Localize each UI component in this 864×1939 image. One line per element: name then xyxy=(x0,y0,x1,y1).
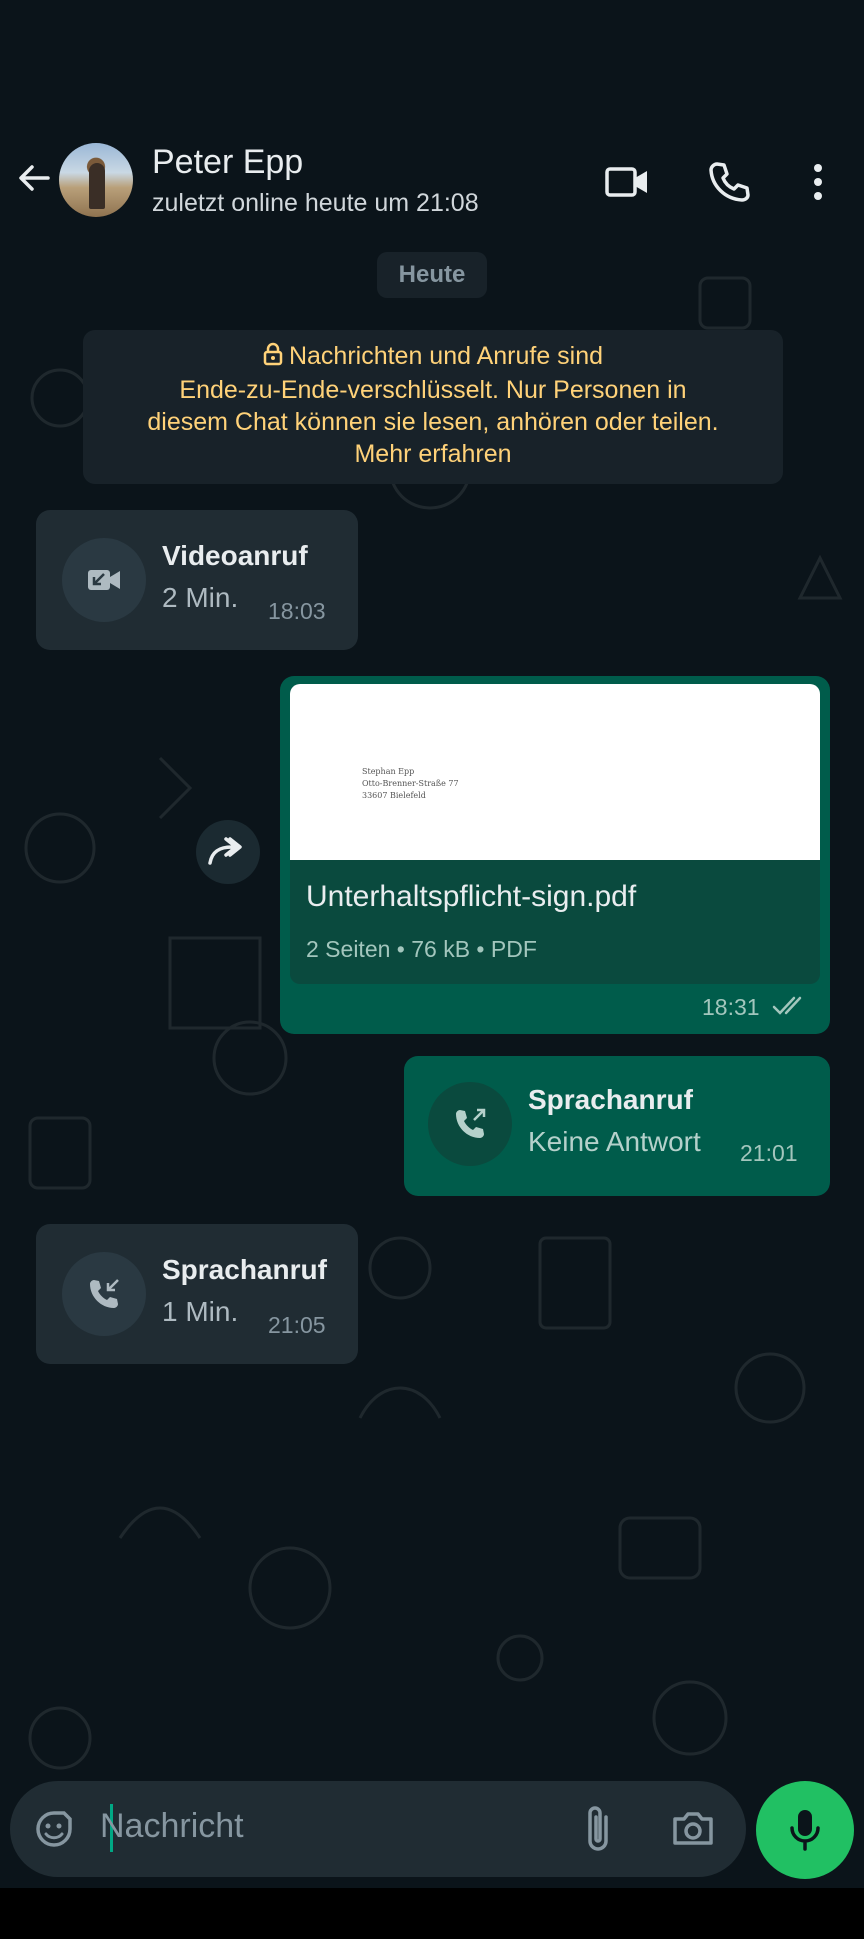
call-title: Videoanruf xyxy=(162,540,308,571)
forward-button[interactable] xyxy=(196,820,260,884)
double-check-icon xyxy=(772,994,808,1023)
call-duration: 2 Min. xyxy=(162,582,239,613)
more-options-icon[interactable] xyxy=(794,158,842,206)
document-card[interactable]: Stephan Epp Otto-Brenner-Straße 77 33607… xyxy=(290,684,820,984)
message-input[interactable]: Nachricht xyxy=(10,1781,746,1877)
status-bar xyxy=(0,0,864,130)
date-chip: Heute xyxy=(377,252,487,298)
message-placeholder: Nachricht xyxy=(100,1807,244,1845)
encryption-notice[interactable]: Nachrichten und Anrufe sind Ende-zu-Ende… xyxy=(83,330,783,484)
message-time: 21:01 xyxy=(740,1140,798,1166)
e2e-line-1: Nachrichten und Anrufe sind xyxy=(288,342,604,370)
document-meta: 2 Seiten • 76 kB • PDF xyxy=(306,936,537,962)
missed-video-call-icon xyxy=(62,538,146,622)
chat-area[interactable]: Heute Nachrichten und Anrufe sind Ende-z… xyxy=(0,238,864,1778)
call-title: Sprachanruf xyxy=(162,1254,327,1285)
video-call-icon[interactable] xyxy=(604,158,652,206)
document-preview-text: Stephan Epp Otto-Brenner-Straße 77 33607… xyxy=(362,767,459,800)
message-time: 18:03 xyxy=(268,598,326,624)
document-filename: Unterhaltspflicht-sign.pdf xyxy=(306,880,637,913)
voice-message-button[interactable] xyxy=(756,1781,854,1879)
call-title: Sprachanruf xyxy=(528,1084,693,1115)
contact-name[interactable]: Peter Epp xyxy=(152,143,303,182)
incoming-call-icon xyxy=(62,1252,146,1336)
lock-icon xyxy=(263,342,283,374)
chat-header: Peter Epp zuletzt online heute um 21:08 xyxy=(0,130,864,238)
forward-icon xyxy=(208,837,242,865)
call-duration: 1 Min. xyxy=(162,1296,239,1327)
sticker-icon[interactable] xyxy=(32,1807,76,1856)
phone-icon[interactable] xyxy=(705,158,753,206)
system-nav-bar xyxy=(0,1888,864,1939)
document-message[interactable]: Stephan Epp Otto-Brenner-Straße 77 33607… xyxy=(280,676,830,1034)
call-status: Keine Antwort xyxy=(528,1126,701,1157)
message-time: 21:05 xyxy=(268,1312,326,1338)
document-preview[interactable]: Stephan Epp Otto-Brenner-Straße 77 33607… xyxy=(290,684,820,860)
e2e-line-2: Ende-zu-Ende-verschlüsselt. Nur Personen… xyxy=(179,376,687,404)
e2e-learn-more-link[interactable]: Mehr erfahren xyxy=(83,438,783,470)
contact-status: zuletzt online heute um 21:08 xyxy=(152,189,479,217)
attach-icon[interactable] xyxy=(578,1803,618,1860)
message-time: 18:31 xyxy=(702,994,760,1020)
call-message[interactable]: Videoanruf 2 Min. 18:03 xyxy=(36,510,358,650)
avatar[interactable] xyxy=(59,143,133,217)
call-message[interactable]: Sprachanruf 1 Min. 21:05 xyxy=(36,1224,358,1364)
input-bar: Nachricht xyxy=(0,1778,864,1888)
mic-icon xyxy=(790,1810,820,1851)
e2e-line-3: diesem Chat können sie lesen, anhören od… xyxy=(147,408,719,436)
camera-icon[interactable] xyxy=(670,1805,716,1856)
outgoing-call-icon xyxy=(428,1082,512,1166)
call-message[interactable]: Sprachanruf Keine Antwort 21:01 xyxy=(404,1056,830,1196)
back-arrow-icon[interactable] xyxy=(14,158,54,198)
